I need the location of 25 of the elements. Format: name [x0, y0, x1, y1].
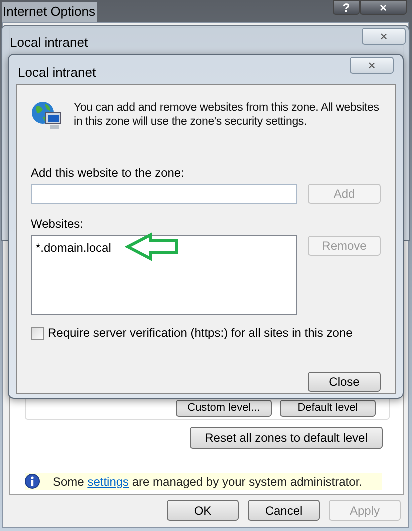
help-button[interactable]: ?: [333, 0, 360, 15]
close-button[interactable]: ×: [360, 0, 407, 15]
close-dialog-button[interactable]: Close: [308, 372, 381, 392]
website-input-field[interactable]: [31, 184, 297, 204]
info-text: Some settings are managed by your system administrator.: [53, 474, 362, 490]
custom-level-button[interactable]: Custom level...: [176, 400, 272, 417]
cancel-button[interactable]: Cancel: [248, 500, 320, 521]
settings-link[interactable]: settings: [88, 474, 130, 488]
ok-button[interactable]: OK: [167, 500, 239, 521]
field-label: Add this website to the zone:: [31, 165, 186, 182]
require-https-checkbox[interactable]: Require server verification (https:) for all sites in this zone: [31, 324, 353, 342]
field-label: Websites:: [31, 216, 84, 233]
close-button[interactable]: ×: [350, 57, 394, 74]
default-level-button[interactable]: Default level: [280, 400, 376, 417]
websites-list[interactable]: *.domain.local: [31, 235, 297, 315]
arrow-drawing: [125, 232, 181, 262]
description-text: You can add and remove websites from this zone. All websites in this zone will use the zone's security settings.: [74, 101, 380, 129]
globe-computer-icon: [31, 101, 63, 131]
reset-zones-button[interactable]: Reset all zones to default level: [190, 427, 383, 449]
info-icon: [25, 474, 40, 489]
close-button[interactable]: ×: [362, 28, 406, 45]
website-item[interactable]: *.domain.local: [35, 239, 112, 257]
dialog-title: Local intranet: [10, 34, 88, 52]
window-title: Internet Options: [2, 2, 96, 22]
dialog-title: Local intranet: [18, 64, 96, 82]
